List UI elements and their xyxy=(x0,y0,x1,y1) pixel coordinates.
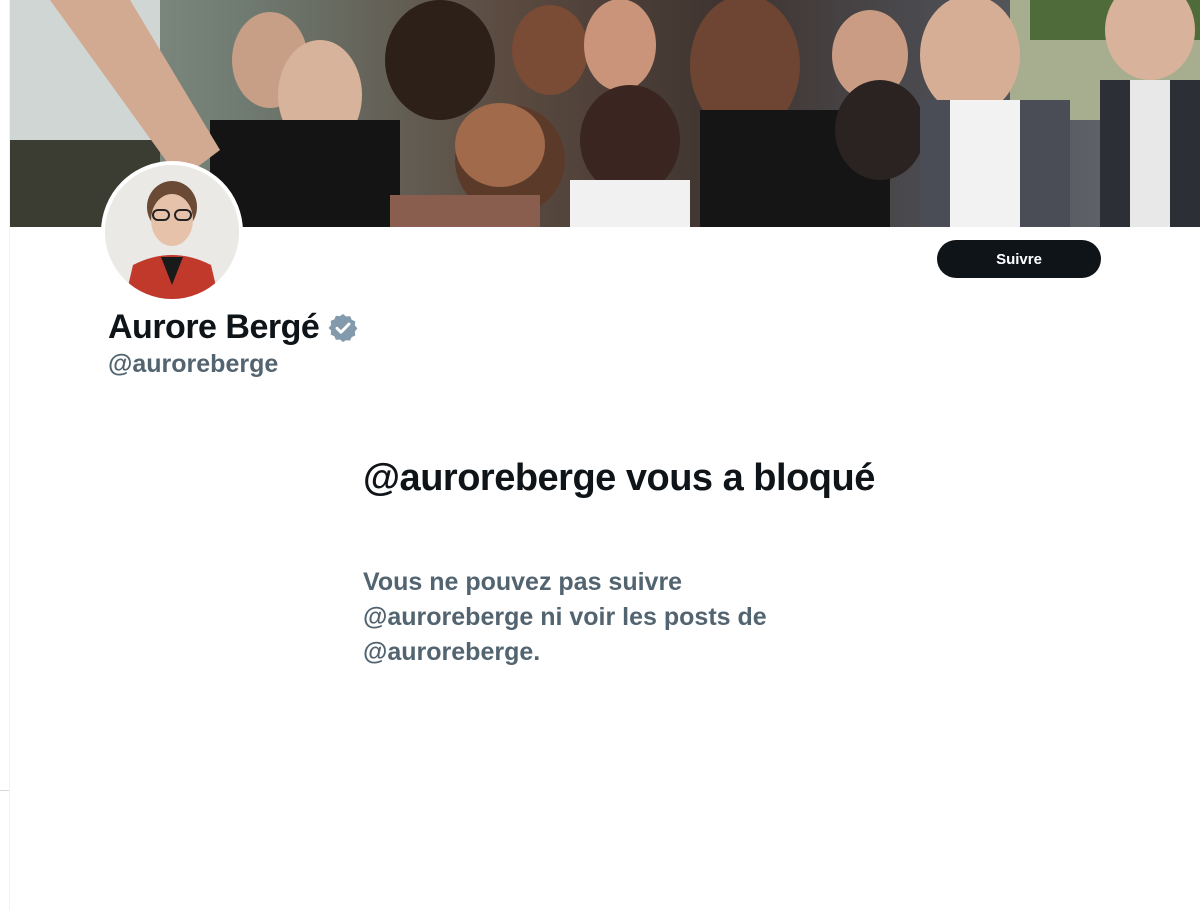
profile-avatar[interactable] xyxy=(101,161,243,303)
verified-badge-icon[interactable] xyxy=(327,311,359,343)
profile-name-row: Aurore Bergé xyxy=(108,305,359,349)
display-name: Aurore Bergé xyxy=(108,308,320,346)
profile-handle: @auroreberge xyxy=(108,350,279,378)
follow-button[interactable]: Suivre xyxy=(937,240,1101,278)
left-divider-tick xyxy=(0,790,9,791)
blocked-description: Vous ne pouvez pas suivre @auroreberge n… xyxy=(363,568,767,666)
avatar-photo xyxy=(105,165,239,299)
blocked-title: @auroreberge vous a bloqué xyxy=(363,457,875,499)
